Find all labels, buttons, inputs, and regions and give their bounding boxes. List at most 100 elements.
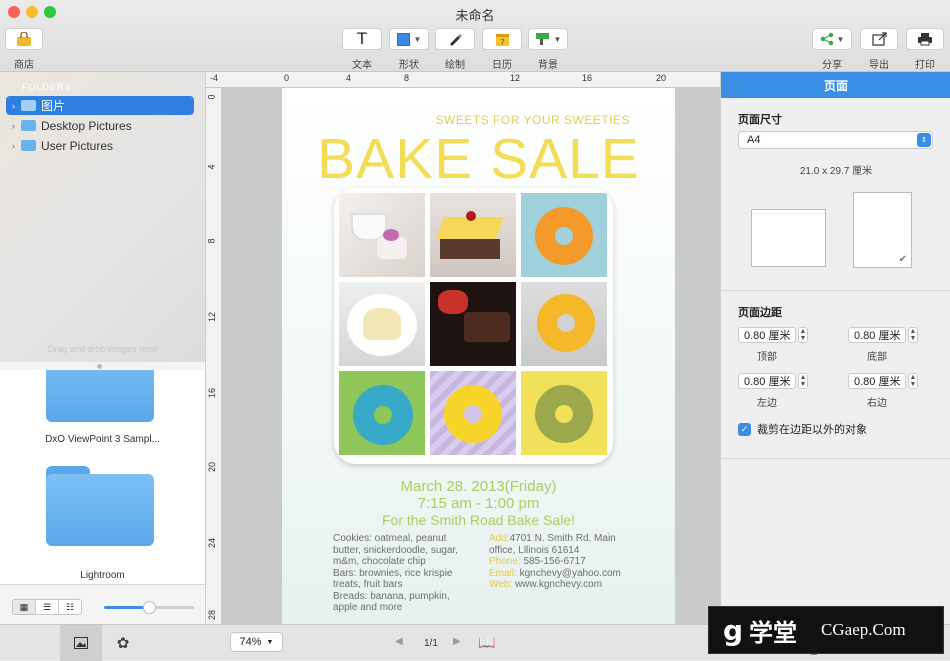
store-label: 商店 <box>14 60 34 71</box>
page-dimensions: 21.0 x 29.7 厘米 <box>799 166 873 177</box>
page-size-value: A4 <box>747 134 761 146</box>
left-margin-control: 0.80 厘米 ▲ ▼ <box>738 373 808 389</box>
flyer-tagline[interactable]: SWEETS FOR YOUR SWEETIES <box>282 113 675 127</box>
photo-chocolate-cake[interactable] <box>430 282 516 366</box>
book-view-button[interactable]: 📖 <box>478 634 495 651</box>
split-handle[interactable] <box>97 364 102 369</box>
vertical-ruler: 0 4 8 12 16 20 24 28 <box>206 88 222 624</box>
photo-teacup[interactable] <box>339 193 425 277</box>
photo-grid[interactable] <box>334 188 613 464</box>
ruler-tick-label: 12 <box>510 73 521 83</box>
portrait-orientation-option[interactable]: ✔ <box>853 192 912 268</box>
background-tool-button[interactable]: ▼ <box>528 28 568 50</box>
menu-line: apple and more <box>333 602 403 613</box>
flyer-contact[interactable]: Add:4701 N. Smith Rd. Main office, Lllin… <box>489 533 639 591</box>
photo-pudding[interactable] <box>339 282 425 366</box>
chevron-down-icon: ▼ <box>266 638 274 646</box>
photo-donut-purple[interactable] <box>430 371 516 455</box>
grid-view-icon[interactable]: ▦ <box>13 600 36 614</box>
contact-label: Add: <box>489 533 510 544</box>
menu-line: Cookies: oatmeal, peanut <box>333 533 447 544</box>
menu-line: Breads: banana, pumpkin, <box>333 590 450 602</box>
pen-icon <box>450 34 462 46</box>
page-size-select[interactable]: A4 ⇕ <box>738 131 933 149</box>
inspector-panel: 页面 页面尺寸 A4 ⇕ 21.0 x 29.7 厘米 ✔ 页面边距 0.80 … <box>720 72 950 624</box>
ruler-tick-label: 8 <box>404 73 410 83</box>
sidebar-item-pictures[interactable]: › 图片 <box>6 96 194 115</box>
ruler-tick-label: 12 <box>207 311 218 323</box>
ruler-tick-label: 0 <box>206 94 217 100</box>
photo-donut-yellow[interactable] <box>521 371 607 455</box>
draw-tool-button[interactable] <box>435 28 475 50</box>
print-button[interactable] <box>906 28 944 50</box>
folder-icon <box>21 100 36 111</box>
clip-objects-label: 裁剪在边距以外的对象 <box>757 424 867 436</box>
bottom-margin-stepper[interactable]: ▲ ▼ <box>908 327 918 343</box>
left-margin-stepper[interactable]: ▲ ▼ <box>798 373 808 389</box>
watermark-url: CGaep.Com <box>821 620 906 639</box>
bottom-margin-label: 底部 <box>867 352 887 363</box>
contact-value: 4701 N. Smith Rd. Main <box>509 533 616 544</box>
right-margin-field[interactable]: 0.80 厘米 <box>848 373 906 389</box>
folder-icon[interactable] <box>46 466 154 546</box>
folder-icon[interactable] <box>46 370 154 422</box>
previous-page-button[interactable]: ◀ <box>395 636 403 647</box>
slider-thumb[interactable] <box>143 601 156 614</box>
shape-tool-button[interactable]: ▼ <box>389 28 429 50</box>
flyer-page[interactable]: SWEETS FOR YOUR SWEETIES BAKE SALE March… <box>282 88 675 624</box>
ruler-tick-label: 8 <box>206 238 217 244</box>
flyer-date[interactable]: March 28. 2013(Friday) <box>282 478 675 495</box>
chevron-down-icon: ▼ <box>836 34 845 44</box>
share-button[interactable]: ▼ <box>812 28 852 50</box>
photo-donut-orange[interactable] <box>521 282 607 366</box>
triangle-right-icon: ▶ <box>453 636 461 647</box>
left-margin-field[interactable]: 0.80 厘米 <box>738 373 796 389</box>
bottom-margin-control: 0.80 厘米 ▲ ▼ <box>848 327 918 343</box>
top-margin-stepper[interactable]: ▲ ▼ <box>798 327 808 343</box>
right-margin-label: 右边 <box>867 398 887 409</box>
background-label: 背景 <box>538 60 558 71</box>
sidebar-item-desktop-pictures[interactable]: › Desktop Pictures <box>6 116 194 135</box>
store-button[interactable] <box>5 28 43 50</box>
detail-view-icon[interactable]: ☷ <box>59 600 81 614</box>
triangle-left-icon: ◀ <box>395 636 403 647</box>
select-arrows-icon: ⇕ <box>917 133 931 147</box>
flyer-time[interactable]: 7:15 am - 1:00 pm <box>282 495 675 512</box>
flyer-menu[interactable]: Cookies: oatmeal, peanut butter, snicker… <box>333 533 483 614</box>
photo-donut-blue[interactable] <box>521 193 607 277</box>
svg-text:7: 7 <box>500 39 504 46</box>
clipart-tab[interactable]: ✿ <box>104 625 142 661</box>
sidebar-item-user-pictures[interactable]: › User Pictures <box>6 136 194 155</box>
export-button[interactable] <box>860 28 898 50</box>
photos-tab[interactable] <box>60 625 102 661</box>
ruler-tick-label: -4 <box>210 73 219 83</box>
zoom-select[interactable]: 74% ▼ <box>230 632 283 652</box>
flyer-event[interactable]: For the Smith Road Bake Sale! <box>282 512 675 528</box>
list-view-icon[interactable]: ☰ <box>36 600 59 614</box>
text-tool-button[interactable]: T <box>342 28 382 50</box>
contact-label: Phone: <box>489 556 521 567</box>
flyer-headline[interactable]: BAKE SALE <box>282 126 675 192</box>
divider <box>721 458 950 459</box>
sidebar-item-label: User Pictures <box>41 138 114 153</box>
calendar-label: 日历 <box>492 60 512 71</box>
chevron-down-icon: ▼ <box>413 34 422 44</box>
calendar-tool-button[interactable]: 7 <box>482 28 522 50</box>
landscape-orientation-option[interactable] <box>751 209 826 267</box>
photo-donut-green[interactable] <box>339 371 425 455</box>
bottom-margin-field[interactable]: 0.80 厘米 <box>848 327 906 343</box>
contact-value: office, Lllinois 61614 <box>489 544 580 556</box>
image-grid: DxO ViewPoint 3 Sampl... Lightroom <box>0 370 205 584</box>
next-page-button[interactable]: ▶ <box>453 636 461 647</box>
grid-item-label: Lightroom <box>80 570 125 581</box>
ruler-tick-label: 4 <box>206 164 217 170</box>
photo-cake[interactable] <box>430 193 516 277</box>
thumbnail-size-slider[interactable] <box>104 601 194 614</box>
clip-objects-option[interactable]: ✓ 裁剪在边距以外的对象 <box>738 421 867 437</box>
contact-value: 585-156-6717 <box>523 556 586 567</box>
top-margin-field[interactable]: 0.80 厘米 <box>738 327 796 343</box>
inspector-tab-page[interactable]: 页面 <box>721 72 950 98</box>
clip-objects-checkbox[interactable]: ✓ <box>738 422 751 436</box>
menu-line: butter, snickerdoodle, sugar, <box>333 544 459 556</box>
right-margin-stepper[interactable]: ▲ ▼ <box>908 373 918 389</box>
